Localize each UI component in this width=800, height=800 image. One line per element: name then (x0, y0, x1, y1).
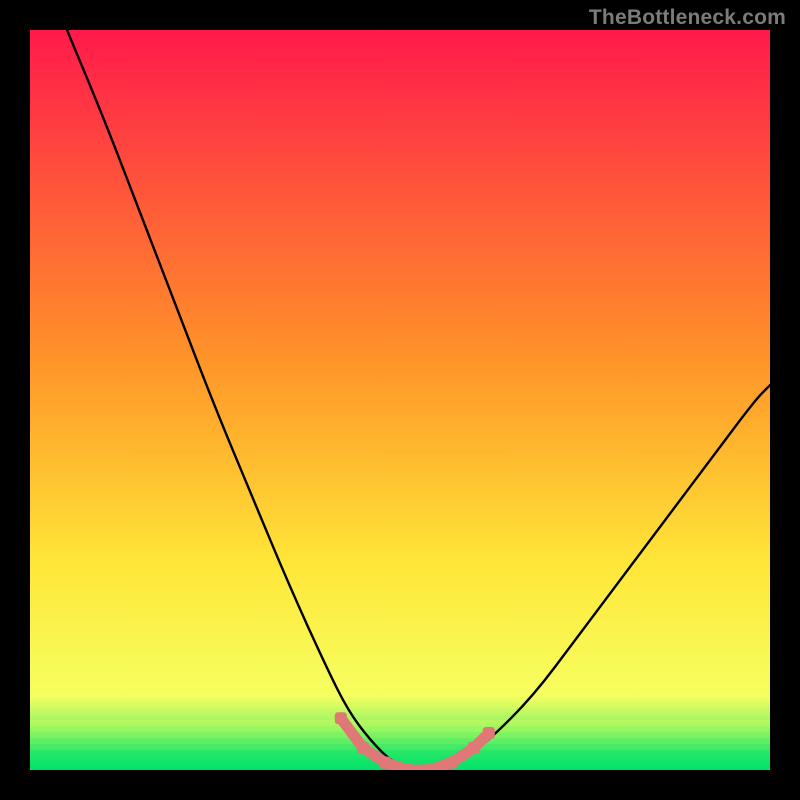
chart-frame: TheBottleneck.com (0, 0, 800, 800)
marker-point (401, 764, 413, 770)
watermark-text: TheBottleneck.com (589, 6, 786, 30)
marker-point (379, 757, 391, 769)
marker-point (357, 742, 369, 754)
marker-point (446, 757, 458, 769)
marker-point (335, 712, 347, 724)
marker-point (468, 742, 480, 754)
bottleneck-chart (30, 30, 770, 770)
plot-background (30, 30, 770, 770)
marker-point (483, 727, 495, 739)
marker-point (424, 764, 436, 770)
